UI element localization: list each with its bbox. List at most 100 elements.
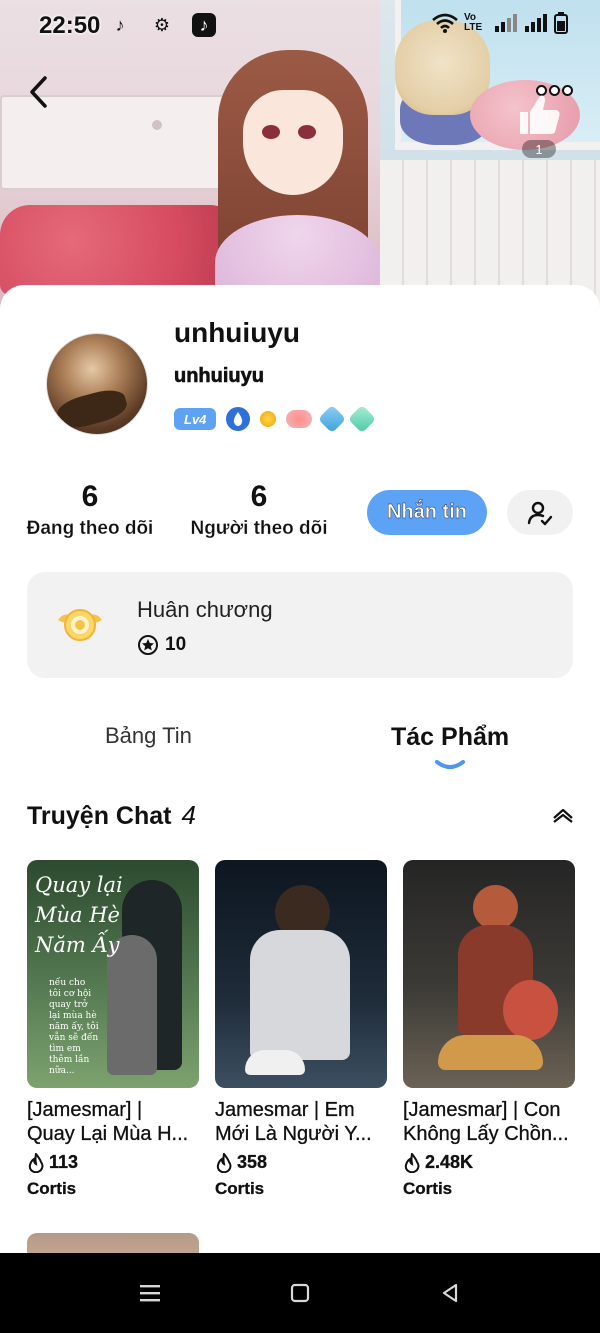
medal-title: Huân chương bbox=[137, 597, 273, 622]
work-author[interactable]: Cortis bbox=[27, 1179, 199, 1199]
followers-label: Người theo dõi bbox=[190, 518, 328, 539]
cover-figure bbox=[438, 1035, 543, 1070]
banner-knob bbox=[152, 120, 162, 130]
signal-icon bbox=[495, 14, 517, 32]
work-author[interactable]: Cortis bbox=[215, 1179, 387, 1199]
status-time: 22:50 bbox=[39, 12, 101, 39]
work-title: [Jamesmar] | Con Không Lấy Chồn... bbox=[403, 1098, 575, 1146]
work-title-line: Mới Là Người Y... bbox=[215, 1123, 372, 1145]
section-count: 4 bbox=[181, 800, 196, 830]
medal-card[interactable]: Huân chương 10 bbox=[27, 572, 573, 678]
wifi-icon bbox=[432, 13, 458, 33]
cover-figure bbox=[250, 930, 350, 1060]
work-view-count: 2.48K bbox=[425, 1152, 474, 1172]
volte-label: Vo LTE bbox=[464, 12, 483, 33]
work-title: Jamesmar | Em Mới Là Người Y... bbox=[215, 1098, 387, 1146]
work-card-partial[interactable] bbox=[27, 1233, 199, 1253]
work-title: [Jamesmar] | Quay Lại Mùa H... bbox=[27, 1098, 199, 1146]
fire-icon bbox=[404, 1152, 420, 1173]
status-system-icons: Vo LTE bbox=[432, 12, 568, 34]
banner-stool bbox=[0, 205, 240, 295]
tab-works[interactable]: Tác Phẩm bbox=[391, 723, 509, 752]
section-title: Truyện Chat bbox=[27, 802, 172, 830]
cover-figure bbox=[245, 1050, 305, 1075]
work-view-count: 113 bbox=[49, 1152, 79, 1172]
cover-title: Quay lại Mùa Hè Năm Ấy bbox=[35, 873, 123, 957]
following-count: 6 bbox=[81, 480, 99, 513]
fire-icon bbox=[28, 1152, 44, 1173]
work-views: 113 bbox=[27, 1152, 199, 1173]
work-cover: Quay lại Mùa Hè Năm Ấy nếu cho tôi cơ hộ… bbox=[27, 860, 199, 1088]
collapse-section-icon[interactable] bbox=[551, 805, 575, 825]
banner-character-face bbox=[243, 90, 343, 195]
menu-icon bbox=[140, 1285, 160, 1302]
work-card[interactable]: Quay lại Mùa Hè Năm Ấy nếu cho tôi cơ hộ… bbox=[27, 860, 199, 1199]
thumbs-up-icon bbox=[520, 95, 560, 134]
follow-button[interactable] bbox=[507, 490, 573, 535]
work-views: 2.48K bbox=[403, 1152, 575, 1173]
work-view-count: 358 bbox=[237, 1152, 268, 1172]
banner-character-eye bbox=[262, 125, 280, 139]
work-card[interactable]: Jamesmar | Em Mới Là Người Y... 358 Cort… bbox=[215, 860, 387, 1199]
cover-note: nếu cho tôi cơ hội quay trở lại mùa hè n… bbox=[49, 978, 99, 1076]
avatar-guitar bbox=[54, 385, 130, 433]
message-button[interactable]: Nhắn tin bbox=[367, 490, 487, 535]
display-name: unhuiuyu bbox=[174, 317, 300, 348]
work-card[interactable]: [Jamesmar] | Con Không Lấy Chồn... 2.48K… bbox=[403, 860, 575, 1199]
following-label: Đang theo dõi bbox=[26, 518, 154, 539]
add-user-icon bbox=[527, 501, 553, 525]
avatar[interactable] bbox=[46, 333, 148, 435]
work-title-line: [Jamesmar] | bbox=[27, 1099, 143, 1121]
active-tab-indicator bbox=[435, 760, 465, 769]
work-title-line: [Jamesmar] | Con bbox=[403, 1099, 561, 1121]
tab-news-feed[interactable]: Bảng Tin bbox=[105, 723, 192, 749]
home-button[interactable] bbox=[286, 1279, 314, 1307]
status-notification-icons: ♪ ⚙ ♪ bbox=[108, 13, 216, 37]
back-button[interactable] bbox=[22, 72, 54, 112]
banner-character-eye bbox=[298, 125, 316, 139]
chevron-left-icon bbox=[30, 76, 47, 108]
work-title-line: Không Lấy Chồn... bbox=[403, 1123, 569, 1145]
back-nav-button[interactable] bbox=[436, 1279, 464, 1307]
medal-icon bbox=[58, 609, 102, 641]
work-cover bbox=[215, 860, 387, 1088]
level-badge[interactable]: Lv4 bbox=[174, 408, 217, 430]
profile-sheet: unhuiuyu unhuiuyu Lv4 6 Đang theo dõi 6 … bbox=[0, 285, 600, 1253]
works-list: Quay lại Mùa Hè Năm Ấy nếu cho tôi cơ hộ… bbox=[27, 860, 575, 1199]
work-cover bbox=[403, 860, 575, 1088]
battery-icon bbox=[554, 12, 568, 34]
work-views: 358 bbox=[215, 1152, 387, 1173]
profile-tabs: Bảng Tin Tác Phẩm bbox=[0, 715, 600, 775]
recent-apps-button[interactable] bbox=[136, 1279, 164, 1307]
badge-row: Lv4 bbox=[174, 404, 377, 434]
username: unhuiuyu bbox=[174, 365, 265, 388]
work-author[interactable]: Cortis bbox=[403, 1179, 575, 1199]
cover-figure bbox=[503, 980, 558, 1040]
system-nav-bar bbox=[0, 1253, 600, 1333]
back-triangle-icon bbox=[442, 1283, 458, 1303]
followers-count: 6 bbox=[250, 480, 268, 513]
work-title-line: Quay Lại Mùa H... bbox=[27, 1123, 189, 1145]
following-stat[interactable]: 6 Đang theo dõi bbox=[10, 480, 170, 540]
section-header: Truyện Chat 4 bbox=[27, 800, 196, 831]
winged-heart-badge-icon[interactable] bbox=[286, 410, 313, 428]
like-button[interactable]: 1 bbox=[514, 92, 566, 160]
like-count: 1 bbox=[522, 140, 556, 158]
water-drop-badge-icon[interactable] bbox=[226, 407, 251, 431]
coin-badge-icon[interactable] bbox=[260, 411, 277, 427]
work-title-line: Jamesmar | Em bbox=[215, 1099, 355, 1121]
medal-points: 10 bbox=[137, 634, 186, 656]
crystal-badge-icon[interactable] bbox=[348, 404, 377, 434]
followers-stat[interactable]: 6 Người theo dõi bbox=[179, 480, 339, 540]
tiktok-icon: ♪ bbox=[192, 13, 216, 37]
shield-badge-icon[interactable] bbox=[318, 404, 347, 434]
status-bar: 22:50 ♪ ⚙ ♪ Vo LTE bbox=[0, 0, 600, 52]
fire-icon bbox=[216, 1152, 232, 1173]
home-square-icon bbox=[290, 1283, 310, 1303]
app-notification-icon: ⚙ bbox=[153, 14, 171, 35]
tiktok-icon: ♪ bbox=[115, 14, 125, 35]
cover-figure bbox=[473, 885, 518, 930]
signal-icon bbox=[525, 14, 547, 32]
star-circle-icon bbox=[138, 635, 158, 655]
medal-value: 10 bbox=[165, 634, 187, 655]
